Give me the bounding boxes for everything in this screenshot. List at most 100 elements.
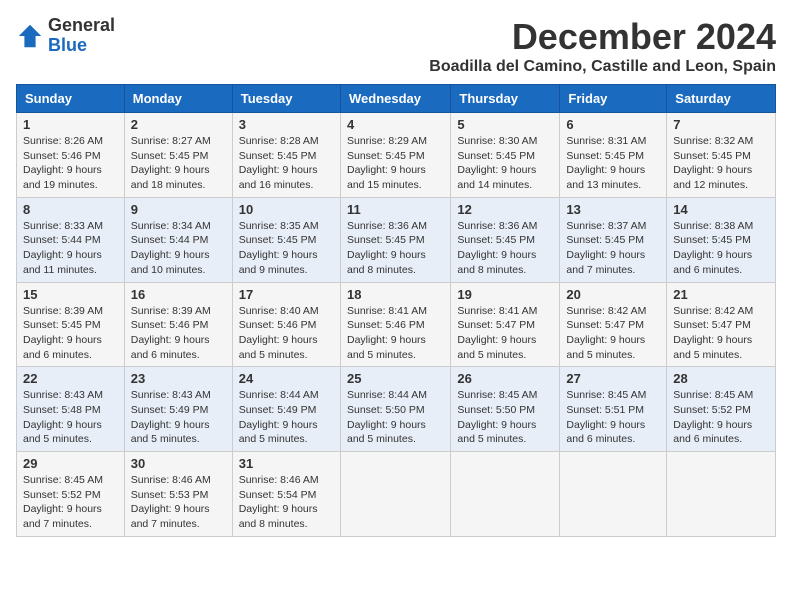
day-info: Sunrise: 8:46 AMSunset: 5:54 PMDaylight:… [239,473,334,532]
calendar-body: 1 Sunrise: 8:26 AMSunset: 5:46 PMDayligh… [17,113,776,537]
calendar-cell: 2 Sunrise: 8:27 AMSunset: 5:45 PMDayligh… [124,113,232,198]
day-of-week-tuesday: Tuesday [232,85,340,113]
calendar-cell: 3 Sunrise: 8:28 AMSunset: 5:45 PMDayligh… [232,113,340,198]
day-number: 20 [566,287,660,302]
calendar-cell: 17 Sunrise: 8:40 AMSunset: 5:46 PMDaylig… [232,282,340,367]
day-of-week-sunday: Sunday [17,85,125,113]
day-info: Sunrise: 8:39 AMSunset: 5:46 PMDaylight:… [131,304,226,363]
calendar-cell: 19 Sunrise: 8:41 AMSunset: 5:47 PMDaylig… [451,282,560,367]
day-of-week-friday: Friday [560,85,667,113]
day-info: Sunrise: 8:45 AMSunset: 5:51 PMDaylight:… [566,388,660,447]
day-info: Sunrise: 8:45 AMSunset: 5:52 PMDaylight:… [673,388,769,447]
day-info: Sunrise: 8:46 AMSunset: 5:53 PMDaylight:… [131,473,226,532]
logo-text: General Blue [48,16,115,56]
calendar-cell: 25 Sunrise: 8:44 AMSunset: 5:50 PMDaylig… [340,367,450,452]
day-number: 16 [131,287,226,302]
calendar-week-1: 1 Sunrise: 8:26 AMSunset: 5:46 PMDayligh… [17,113,776,198]
day-number: 31 [239,456,334,471]
calendar-cell: 14 Sunrise: 8:38 AMSunset: 5:45 PMDaylig… [667,197,776,282]
month-title: December 2024 [429,16,776,58]
calendar-cell: 6 Sunrise: 8:31 AMSunset: 5:45 PMDayligh… [560,113,667,198]
day-number: 14 [673,202,769,217]
calendar-cell: 27 Sunrise: 8:45 AMSunset: 5:51 PMDaylig… [560,367,667,452]
day-info: Sunrise: 8:45 AMSunset: 5:50 PMDaylight:… [457,388,553,447]
day-info: Sunrise: 8:42 AMSunset: 5:47 PMDaylight:… [673,304,769,363]
calendar-cell: 13 Sunrise: 8:37 AMSunset: 5:45 PMDaylig… [560,197,667,282]
calendar-cell: 5 Sunrise: 8:30 AMSunset: 5:45 PMDayligh… [451,113,560,198]
day-of-week-saturday: Saturday [667,85,776,113]
logo-general-text: General [48,16,115,36]
day-number: 6 [566,117,660,132]
day-number: 13 [566,202,660,217]
logo: General Blue [16,16,115,56]
day-number: 23 [131,371,226,386]
day-number: 27 [566,371,660,386]
day-number: 7 [673,117,769,132]
day-number: 15 [23,287,118,302]
day-number: 30 [131,456,226,471]
calendar-cell [451,452,560,537]
calendar-cell: 21 Sunrise: 8:42 AMSunset: 5:47 PMDaylig… [667,282,776,367]
calendar-cell: 15 Sunrise: 8:39 AMSunset: 5:45 PMDaylig… [17,282,125,367]
day-number: 4 [347,117,444,132]
day-info: Sunrise: 8:28 AMSunset: 5:45 PMDaylight:… [239,134,334,193]
day-number: 5 [457,117,553,132]
day-of-week-wednesday: Wednesday [340,85,450,113]
calendar-cell: 7 Sunrise: 8:32 AMSunset: 5:45 PMDayligh… [667,113,776,198]
calendar-cell: 26 Sunrise: 8:45 AMSunset: 5:50 PMDaylig… [451,367,560,452]
day-number: 18 [347,287,444,302]
day-info: Sunrise: 8:36 AMSunset: 5:45 PMDaylight:… [457,219,553,278]
title-block: December 2024 Boadilla del Camino, Casti… [429,16,776,76]
calendar-week-3: 15 Sunrise: 8:39 AMSunset: 5:45 PMDaylig… [17,282,776,367]
calendar-week-2: 8 Sunrise: 8:33 AMSunset: 5:44 PMDayligh… [17,197,776,282]
calendar-cell: 22 Sunrise: 8:43 AMSunset: 5:48 PMDaylig… [17,367,125,452]
logo-icon [16,22,44,50]
day-info: Sunrise: 8:39 AMSunset: 5:45 PMDaylight:… [23,304,118,363]
day-info: Sunrise: 8:44 AMSunset: 5:49 PMDaylight:… [239,388,334,447]
page-header: General Blue December 2024 Boadilla del … [16,16,776,76]
calendar-cell: 20 Sunrise: 8:42 AMSunset: 5:47 PMDaylig… [560,282,667,367]
day-number: 29 [23,456,118,471]
day-info: Sunrise: 8:26 AMSunset: 5:46 PMDaylight:… [23,134,118,193]
day-number: 8 [23,202,118,217]
calendar-cell: 4 Sunrise: 8:29 AMSunset: 5:45 PMDayligh… [340,113,450,198]
day-number: 26 [457,371,553,386]
day-number: 1 [23,117,118,132]
calendar-cell [667,452,776,537]
day-info: Sunrise: 8:37 AMSunset: 5:45 PMDaylight:… [566,219,660,278]
calendar-week-4: 22 Sunrise: 8:43 AMSunset: 5:48 PMDaylig… [17,367,776,452]
day-info: Sunrise: 8:41 AMSunset: 5:46 PMDaylight:… [347,304,444,363]
calendar-cell: 29 Sunrise: 8:45 AMSunset: 5:52 PMDaylig… [17,452,125,537]
calendar-cell: 10 Sunrise: 8:35 AMSunset: 5:45 PMDaylig… [232,197,340,282]
day-info: Sunrise: 8:31 AMSunset: 5:45 PMDaylight:… [566,134,660,193]
day-info: Sunrise: 8:29 AMSunset: 5:45 PMDaylight:… [347,134,444,193]
calendar-cell: 8 Sunrise: 8:33 AMSunset: 5:44 PMDayligh… [17,197,125,282]
day-info: Sunrise: 8:35 AMSunset: 5:45 PMDaylight:… [239,219,334,278]
day-of-week-monday: Monday [124,85,232,113]
day-info: Sunrise: 8:45 AMSunset: 5:52 PMDaylight:… [23,473,118,532]
calendar-cell: 31 Sunrise: 8:46 AMSunset: 5:54 PMDaylig… [232,452,340,537]
calendar-cell: 28 Sunrise: 8:45 AMSunset: 5:52 PMDaylig… [667,367,776,452]
calendar-cell: 30 Sunrise: 8:46 AMSunset: 5:53 PMDaylig… [124,452,232,537]
day-info: Sunrise: 8:41 AMSunset: 5:47 PMDaylight:… [457,304,553,363]
day-number: 21 [673,287,769,302]
calendar-cell: 23 Sunrise: 8:43 AMSunset: 5:49 PMDaylig… [124,367,232,452]
location-subtitle: Boadilla del Camino, Castille and Leon, … [429,58,776,76]
day-info: Sunrise: 8:34 AMSunset: 5:44 PMDaylight:… [131,219,226,278]
logo-blue-text: Blue [48,36,115,56]
day-number: 10 [239,202,334,217]
calendar-cell: 9 Sunrise: 8:34 AMSunset: 5:44 PMDayligh… [124,197,232,282]
calendar-cell: 24 Sunrise: 8:44 AMSunset: 5:49 PMDaylig… [232,367,340,452]
day-info: Sunrise: 8:33 AMSunset: 5:44 PMDaylight:… [23,219,118,278]
day-number: 12 [457,202,553,217]
day-number: 2 [131,117,226,132]
calendar-table: SundayMondayTuesdayWednesdayThursdayFrid… [16,84,776,537]
calendar-cell: 1 Sunrise: 8:26 AMSunset: 5:46 PMDayligh… [17,113,125,198]
calendar-week-5: 29 Sunrise: 8:45 AMSunset: 5:52 PMDaylig… [17,452,776,537]
day-number: 24 [239,371,334,386]
day-of-week-thursday: Thursday [451,85,560,113]
day-info: Sunrise: 8:42 AMSunset: 5:47 PMDaylight:… [566,304,660,363]
calendar-cell [560,452,667,537]
day-number: 9 [131,202,226,217]
calendar-cell: 12 Sunrise: 8:36 AMSunset: 5:45 PMDaylig… [451,197,560,282]
